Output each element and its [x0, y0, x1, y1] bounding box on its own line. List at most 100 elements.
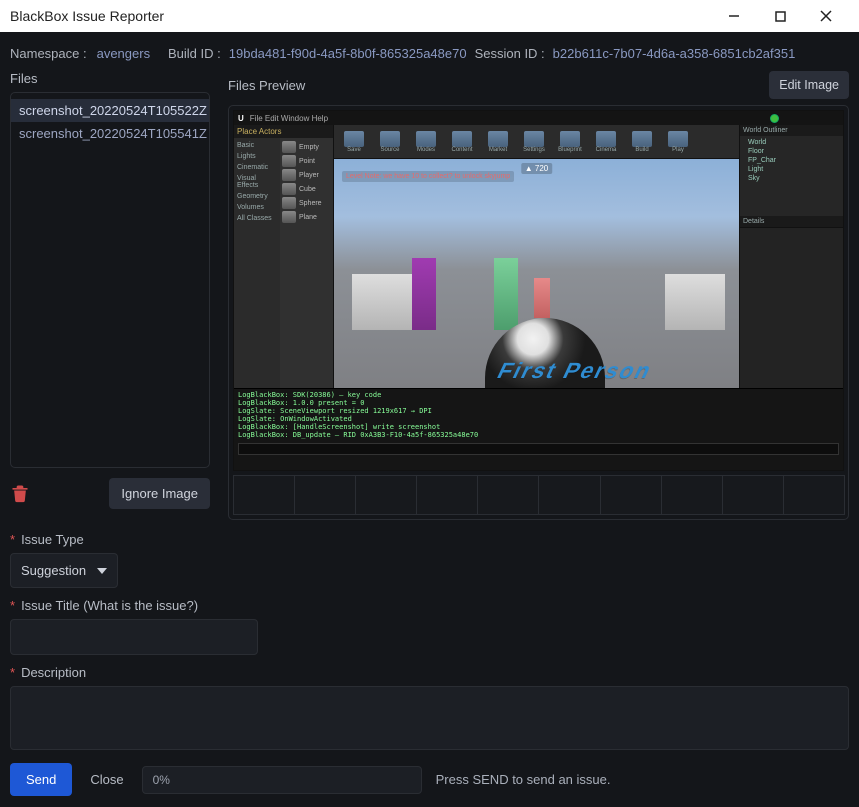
outliner-item: Light [742, 165, 841, 174]
log-line: LogSlate: SceneViewport resized 1219x617… [238, 407, 839, 415]
edit-image-button[interactable]: Edit Image [769, 71, 849, 99]
ue-menubar: U File Edit Window Help [234, 111, 843, 125]
thumbnail-slot[interactable] [722, 475, 784, 515]
close-icon [820, 10, 832, 22]
toolbar-icon [416, 131, 436, 147]
actor-icon [282, 155, 296, 167]
maximize-icon [775, 11, 786, 22]
ue-fps-readout: ▲ 720 [521, 163, 553, 174]
thumbnail-strip [233, 475, 844, 515]
trash-icon [10, 483, 30, 503]
preview-panel: U File Edit Window Help Place Actors Bas… [228, 105, 849, 520]
ue-output-log: LogBlackBox: SDK(20386) — key code LogBl… [234, 388, 843, 470]
ue-hud: ▲ 720 Level Note: we have 10 to collect?… [342, 171, 731, 182]
toolbar-icon [632, 131, 652, 147]
files-heading: Files [10, 71, 210, 86]
ue-status-dot-icon [770, 114, 779, 123]
window-titlebar: BlackBox Issue Reporter [0, 0, 859, 32]
ignore-image-button[interactable]: Ignore Image [109, 478, 210, 509]
minimize-icon [728, 10, 740, 22]
preview-heading: Files Preview [228, 78, 305, 93]
thumbnail-slot[interactable] [477, 475, 539, 515]
ue-pillar-mesh [412, 258, 436, 330]
actor-icon [282, 197, 296, 209]
thumbnail-slot[interactable] [294, 475, 356, 515]
actor-icon [282, 183, 296, 195]
outliner-item: Sky [742, 174, 841, 183]
issue-type-select[interactable]: Suggestion [10, 553, 118, 588]
ue-floor-text: First Person [492, 358, 656, 384]
actor-icon [282, 141, 296, 153]
thumbnail-slot[interactable] [538, 475, 600, 515]
file-item[interactable]: screenshot_20220524T105541Z [11, 122, 209, 145]
namespace-value: avengers [97, 46, 150, 61]
window-minimize-button[interactable] [711, 0, 757, 32]
description-input[interactable] [10, 686, 849, 750]
meta-row: Namespace : avengers Build ID : 19bda481… [10, 40, 849, 71]
ue-cube-mesh [665, 274, 725, 330]
log-line: LogBlackBox: DB_update — RID 0xA3B3-F10-… [238, 431, 839, 439]
toolbar-icon [380, 131, 400, 147]
toolbar-icon [524, 131, 544, 147]
thumbnail-slot[interactable] [600, 475, 662, 515]
issue-title-label: Issue Title (What is the issue?) [21, 598, 198, 613]
chevron-down-icon [97, 568, 107, 574]
thumbnail-slot[interactable] [355, 475, 417, 515]
ue-category: Cinematic [236, 162, 278, 173]
ue-outliner-tree: World Floor FP_Char Light Sky [740, 136, 843, 216]
ue-pillar-mesh [494, 258, 518, 330]
ue-category: Geometry [236, 191, 278, 202]
ue-category: All Classes [236, 213, 278, 224]
session-id-label: Session ID : [475, 46, 545, 61]
issue-title-input[interactable] [10, 619, 258, 655]
ue-right-panel: World Outliner World Floor FP_Char Light… [739, 125, 843, 388]
window-close-button[interactable] [803, 0, 849, 32]
outliner-item: World [742, 138, 841, 147]
thumbnail-slot[interactable] [661, 475, 723, 515]
progress-value: 0% [153, 773, 170, 787]
log-line: LogBlackBox: 1.0.0 present = 0 [238, 399, 839, 407]
log-line: LogBlackBox: SDK(20386) — key code [238, 391, 839, 399]
send-button[interactable]: Send [10, 763, 72, 796]
ue-category: Lights [236, 151, 278, 162]
ue-place-actors-header: Place Actors [234, 125, 333, 138]
namespace-label: Namespace : [10, 46, 87, 61]
ue-category: Volumes [236, 202, 278, 213]
close-button[interactable]: Close [86, 763, 127, 796]
ue-viewport: Save Source Modes Content Market Setting… [334, 125, 739, 388]
thumbnail-slot[interactable] [416, 475, 478, 515]
actor-icon [282, 211, 296, 223]
ue-cube-mesh [352, 274, 412, 330]
ue-details-header: Details [740, 216, 843, 227]
outliner-item: Floor [742, 147, 841, 156]
toolbar-icon [560, 131, 580, 147]
delete-file-button[interactable] [10, 483, 32, 505]
toolbar-icon [344, 131, 364, 147]
required-marker: * [10, 532, 15, 547]
ue-hud-warning: Level Note: we have 10 to collect? to un… [342, 171, 514, 182]
issue-type-label: Issue Type [21, 532, 84, 547]
screenshot-preview: U File Edit Window Help Place Actors Bas… [233, 110, 844, 471]
ue-outliner-header: World Outliner [740, 125, 843, 136]
actor-icon [282, 169, 296, 181]
files-list: screenshot_20220524T105522Z screenshot_2… [10, 92, 210, 468]
file-item[interactable]: screenshot_20220524T105522Z [11, 99, 209, 122]
toolbar-icon [452, 131, 472, 147]
send-hint: Press SEND to send an issue. [436, 772, 611, 787]
issue-type-value: Suggestion [21, 563, 86, 578]
ue-actor-list: Empty Point Player Cube Sphere Plane [280, 138, 333, 388]
ue-place-actors-panel: Place Actors Basic Lights Cinematic Visu… [234, 125, 334, 388]
description-label: Description [21, 665, 86, 680]
window-maximize-button[interactable] [757, 0, 803, 32]
window-title: BlackBox Issue Reporter [10, 8, 164, 24]
build-id-value: 19bda481-f90d-4a5f-8b0f-865325a48e70 [229, 46, 467, 61]
toolbar-icon [488, 131, 508, 147]
ue-category: Visual Effects [236, 173, 278, 191]
thumbnail-slot[interactable] [233, 475, 295, 515]
toolbar-icon [596, 131, 616, 147]
progress-bar: 0% [142, 766, 422, 794]
ue-pillar-mesh [534, 278, 550, 318]
ue-details-panel [740, 227, 843, 388]
thumbnail-slot[interactable] [783, 475, 845, 515]
build-id-label: Build ID : [168, 46, 221, 61]
